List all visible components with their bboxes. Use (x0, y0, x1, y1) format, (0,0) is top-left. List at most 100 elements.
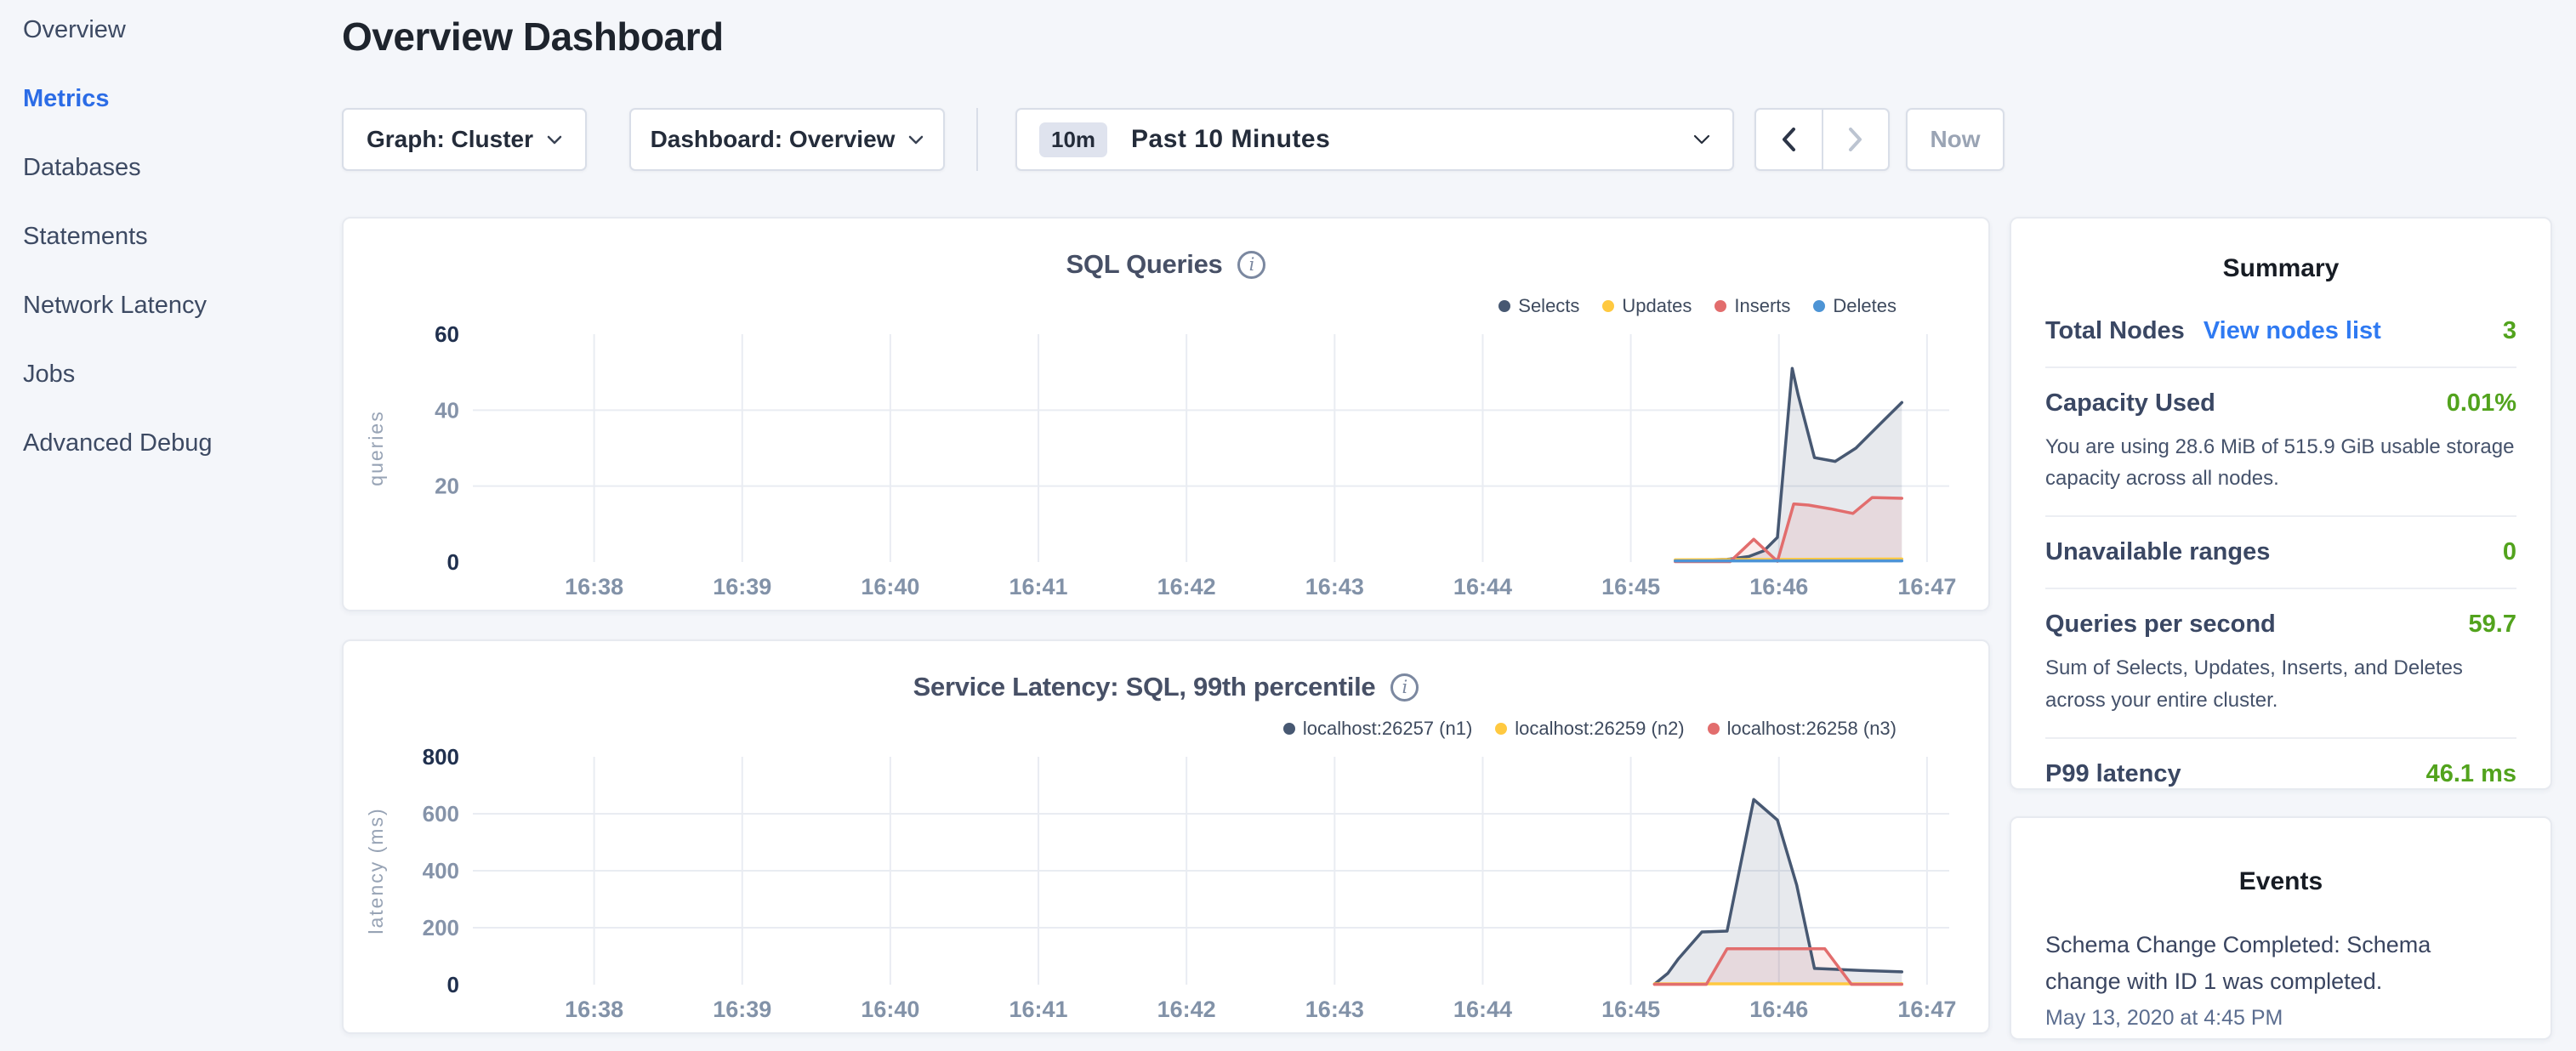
event-message: Schema Change Completed: Schema change w… (2045, 927, 2445, 999)
svg-text:600: 600 (423, 801, 459, 827)
summary-row-label: P99 latency (2045, 760, 2181, 788)
sql-queries-chart[interactable]: 16:3816:3916:4016:4116:4216:4316:4416:45… (344, 321, 1988, 605)
svg-text:16:43: 16:43 (1305, 574, 1364, 599)
time-range-label: Past 10 Minutes (1131, 125, 1330, 154)
legend-dot-icon (1813, 300, 1825, 312)
chevron-down-icon (547, 135, 562, 145)
summary-title: Summary (2011, 254, 2550, 283)
svg-text:16:40: 16:40 (861, 997, 919, 1022)
time-step-forward-button[interactable] (1822, 110, 1889, 169)
svg-text:16:41: 16:41 (1009, 574, 1067, 599)
legend-item[interactable]: Deletes (1813, 295, 1896, 317)
legend-item[interactable]: Inserts (1714, 295, 1790, 317)
svg-text:16:38: 16:38 (565, 574, 623, 599)
dashboard-dropdown-label: Dashboard: Overview (651, 126, 896, 153)
legend-label: Deletes (1833, 295, 1896, 317)
summary-row-value: 0.01% (2447, 389, 2516, 418)
sidebar-item-overview[interactable]: Overview (23, 17, 342, 43)
sql-queries-card: SQL Queries i Selects Updates Inserts Delet… (342, 217, 1990, 611)
sidebar-item-network-latency[interactable]: Network Latency (23, 293, 342, 318)
graph-dropdown-label: Graph: Cluster (367, 126, 533, 153)
sidebar-item-metrics[interactable]: Metrics (23, 86, 342, 111)
svg-text:16:44: 16:44 (1453, 997, 1512, 1022)
chart-title-row: Service Latency: SQL, 99th percentile i (344, 672, 1988, 702)
dashboard-dropdown[interactable]: Dashboard: Overview (629, 108, 945, 171)
svg-text:20: 20 (435, 474, 459, 499)
legend-dot-icon (1602, 300, 1614, 312)
sidebar-item-statements[interactable]: Statements (23, 224, 342, 249)
summary-panel: Summary Total NodesView nodes list3Capac… (2010, 217, 2552, 790)
svg-text:latency (ms): latency (ms) (365, 807, 387, 934)
chart-plot-area[interactable]: 16:3816:3916:4016:4116:4216:4316:4416:45… (344, 743, 1988, 1031)
legend-item[interactable]: Updates (1602, 295, 1692, 317)
chart-legend: localhost:26257 (n1) localhost:26259 (n2)… (1283, 718, 1896, 740)
chevron-left-icon (1781, 128, 1796, 151)
summary-row-subtext: Sum of Selects, Updates, Inserts, and De… (2045, 652, 2516, 715)
view-nodes-list-link[interactable]: View nodes list (2204, 317, 2381, 345)
svg-text:400: 400 (423, 858, 459, 883)
svg-text:16:47: 16:47 (1897, 997, 1956, 1022)
info-icon[interactable]: i (1390, 673, 1419, 702)
summary-rows: Total NodesView nodes list3Capacity Used… (2011, 317, 2550, 810)
time-range-selector[interactable]: 10m Past 10 Minutes (1015, 108, 1734, 171)
svg-text:16:46: 16:46 (1749, 574, 1808, 599)
service-latency-card: Service Latency: SQL, 99th percentile i … (342, 639, 1990, 1034)
sidebar-nav-list: Overview Metrics Databases Statements Networ… (23, 17, 342, 456)
svg-text:16:44: 16:44 (1453, 574, 1512, 599)
sidebar-item-advanced-debug[interactable]: Advanced Debug (23, 430, 342, 456)
event-timestamp: May 13, 2020 at 4:45 PM (2045, 1006, 2516, 1031)
legend-label: Selects (1518, 295, 1579, 317)
svg-text:0: 0 (447, 549, 459, 575)
events-panel: Events Schema Change Completed: Schema c… (2010, 816, 2552, 1040)
svg-text:0: 0 (447, 972, 459, 997)
svg-text:queries: queries (365, 410, 387, 486)
legend-item[interactable]: localhost:26258 (n3) (1708, 718, 1896, 740)
chart-title: SQL Queries (1066, 249, 1223, 280)
chart-plot-area[interactable]: 16:3816:3916:4016:4116:4216:4316:4416:45… (344, 321, 1988, 609)
summary-row-subtext: You are using 28.6 MiB of 515.9 GiB usab… (2045, 431, 2516, 494)
svg-text:16:47: 16:47 (1897, 574, 1956, 599)
info-icon[interactable]: i (1237, 251, 1265, 279)
summary-row: Unavailable ranges0 (2045, 515, 2516, 588)
legend-label: Updates (1622, 295, 1692, 317)
svg-text:16:42: 16:42 (1157, 997, 1216, 1022)
legend-dot-icon (1283, 723, 1295, 735)
svg-text:16:42: 16:42 (1157, 574, 1216, 599)
service-latency-chart[interactable]: 16:3816:3916:4016:4116:4216:4316:4416:45… (344, 743, 1988, 1027)
svg-text:16:40: 16:40 (861, 574, 919, 599)
chevron-right-icon (1848, 128, 1863, 151)
legend-dot-icon (1714, 300, 1726, 312)
sidebar-item-jobs[interactable]: Jobs (23, 361, 342, 387)
svg-text:200: 200 (423, 915, 459, 940)
sidebar: Overview Metrics Databases Statements Networ… (0, 0, 342, 499)
legend-item[interactable]: localhost:26257 (n1) (1283, 718, 1472, 740)
summary-row-label: Queries per second (2045, 611, 2276, 639)
legend-item[interactable]: Selects (1498, 295, 1579, 317)
events-title: Events (2011, 867, 2550, 896)
toolbar: Graph: Cluster Dashboard: Overview 10m P… (342, 108, 2005, 171)
legend-item[interactable]: localhost:26259 (n2) (1495, 718, 1684, 740)
svg-text:16:41: 16:41 (1009, 997, 1067, 1022)
summary-row: P99 latency46.1 ms (2045, 737, 2516, 810)
chart-title: Service Latency: SQL, 99th percentile (913, 672, 1376, 702)
toolbar-divider (976, 108, 978, 171)
now-button[interactable]: Now (1906, 108, 2005, 171)
svg-text:16:45: 16:45 (1601, 574, 1660, 599)
svg-text:16:39: 16:39 (713, 997, 771, 1022)
sidebar-item-databases[interactable]: Databases (23, 155, 342, 180)
chart-legend: Selects Updates Inserts Deletes (1498, 295, 1896, 317)
legend-label: localhost:26259 (n2) (1515, 718, 1684, 740)
chevron-down-icon (908, 135, 924, 145)
svg-text:16:43: 16:43 (1305, 997, 1364, 1022)
legend-label: localhost:26258 (n3) (1727, 718, 1896, 740)
time-step-buttons (1754, 108, 1890, 171)
summary-row: Capacity Used0.01%You are using 28.6 MiB… (2045, 366, 2516, 515)
summary-row: Queries per second59.7Sum of Selects, Up… (2045, 588, 2516, 736)
time-range-badge: 10m (1039, 122, 1107, 157)
legend-dot-icon (1495, 723, 1507, 735)
summary-row-label: Total Nodes (2045, 317, 2185, 345)
time-step-back-button[interactable] (1756, 110, 1822, 169)
graph-dropdown[interactable]: Graph: Cluster (342, 108, 587, 171)
summary-row-value: 0 (2503, 538, 2516, 566)
summary-row: Total NodesView nodes list3 (2045, 317, 2516, 366)
